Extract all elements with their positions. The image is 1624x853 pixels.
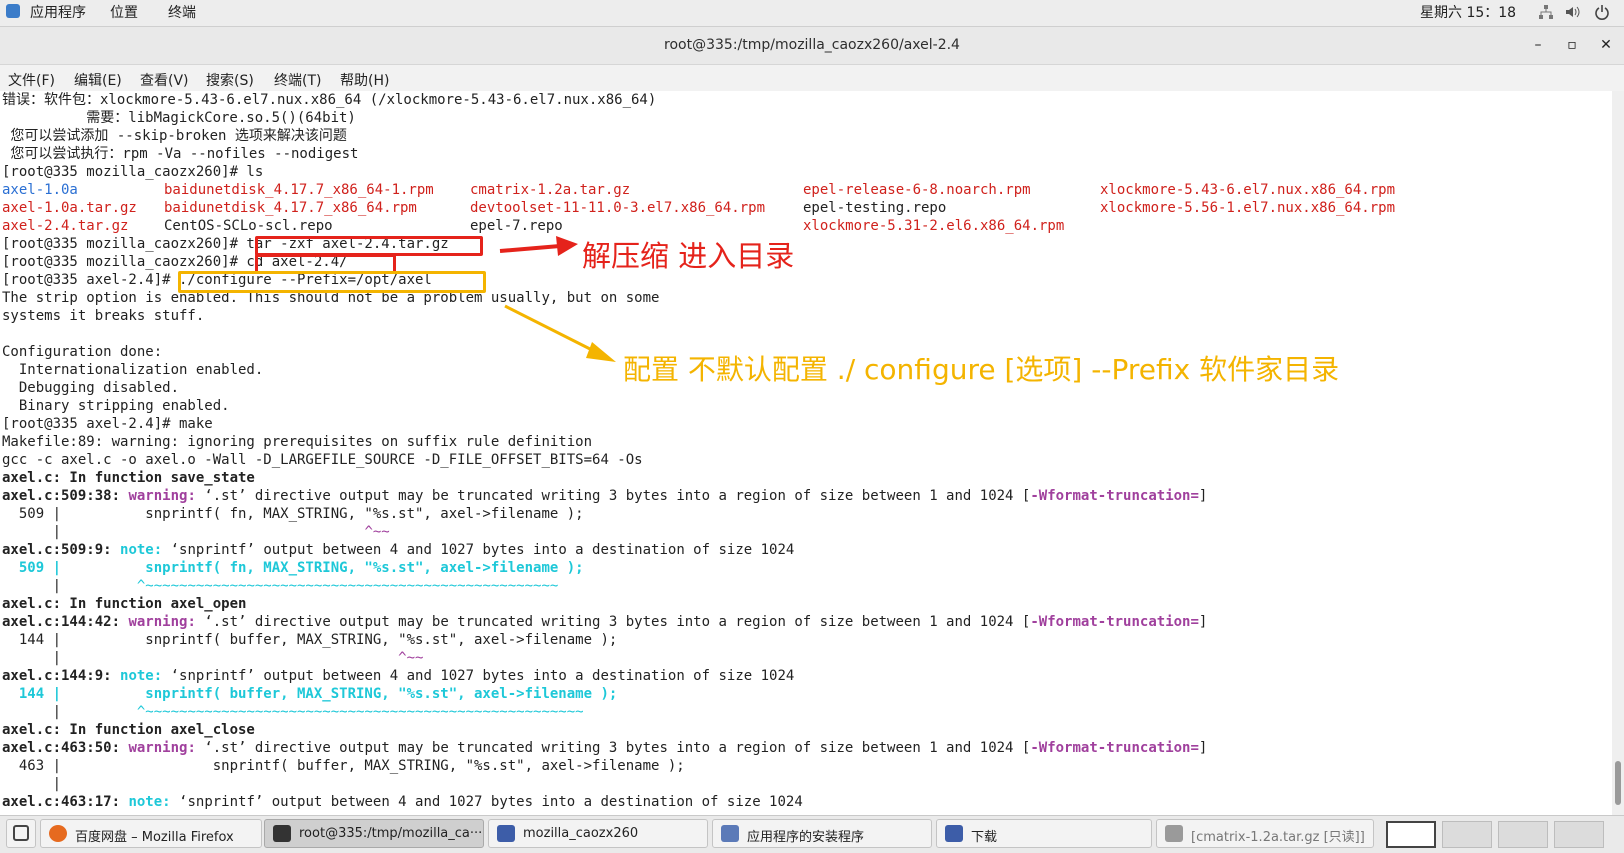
- taskbar-item-label: 下载: [971, 830, 998, 845]
- taskbar-item-label: 应用程序的安装程序: [747, 830, 865, 845]
- file-manager-icon: [497, 825, 515, 842]
- taskbar-item-firefox[interactable]: 百度网盘 – Mozilla Firefox: [40, 819, 262, 848]
- terminal-icon: [273, 825, 291, 842]
- taskbar: 百度网盘 – Mozilla Firefox root@335:/tmp/moz…: [0, 815, 1624, 853]
- configure-annotation: 配置 不默认配置 ./ configure [选项] --Prefix 软件家目…: [623, 353, 1340, 386]
- taskbar-item-label: root@335:/tmp/mozilla_ca···: [299, 826, 483, 841]
- file-manager-icon: [945, 825, 963, 842]
- workspace-3[interactable]: [1498, 821, 1548, 848]
- red-arrow: [499, 244, 561, 253]
- workspace-2[interactable]: [1442, 821, 1492, 848]
- red-arrowhead: [556, 236, 578, 256]
- annotation-arrows: [499, 236, 616, 362]
- taskbar-item-archive[interactable]: [cmatrix-1.2a.tar.gz [只读]]: [1156, 819, 1374, 848]
- show-desktop-button[interactable]: [6, 819, 36, 848]
- taskbar-item-downloads[interactable]: 下载: [936, 819, 1152, 848]
- yellow-arrowhead: [586, 342, 616, 362]
- yellow-arrow: [504, 304, 599, 355]
- installer-icon: [721, 825, 739, 842]
- taskbar-item-label: mozilla_caozx260: [523, 826, 639, 841]
- taskbar-item-terminal[interactable]: root@335:/tmp/mozilla_ca···: [264, 819, 484, 848]
- extract-annotation: 解压缩 进入目录: [582, 239, 795, 273]
- workspace-4[interactable]: [1554, 821, 1604, 848]
- taskbar-item-installer[interactable]: 应用程序的安装程序: [712, 819, 932, 848]
- workspace-1[interactable]: [1386, 821, 1436, 848]
- archive-icon: [1165, 825, 1183, 842]
- taskbar-item-label: 百度网盘 – Mozilla Firefox: [75, 830, 234, 845]
- firefox-icon: [49, 825, 67, 842]
- desktop-icon: [13, 825, 29, 841]
- taskbar-item-file-manager[interactable]: mozilla_caozx260: [488, 819, 708, 848]
- taskbar-item-label: [cmatrix-1.2a.tar.gz [只读]]: [1191, 830, 1365, 845]
